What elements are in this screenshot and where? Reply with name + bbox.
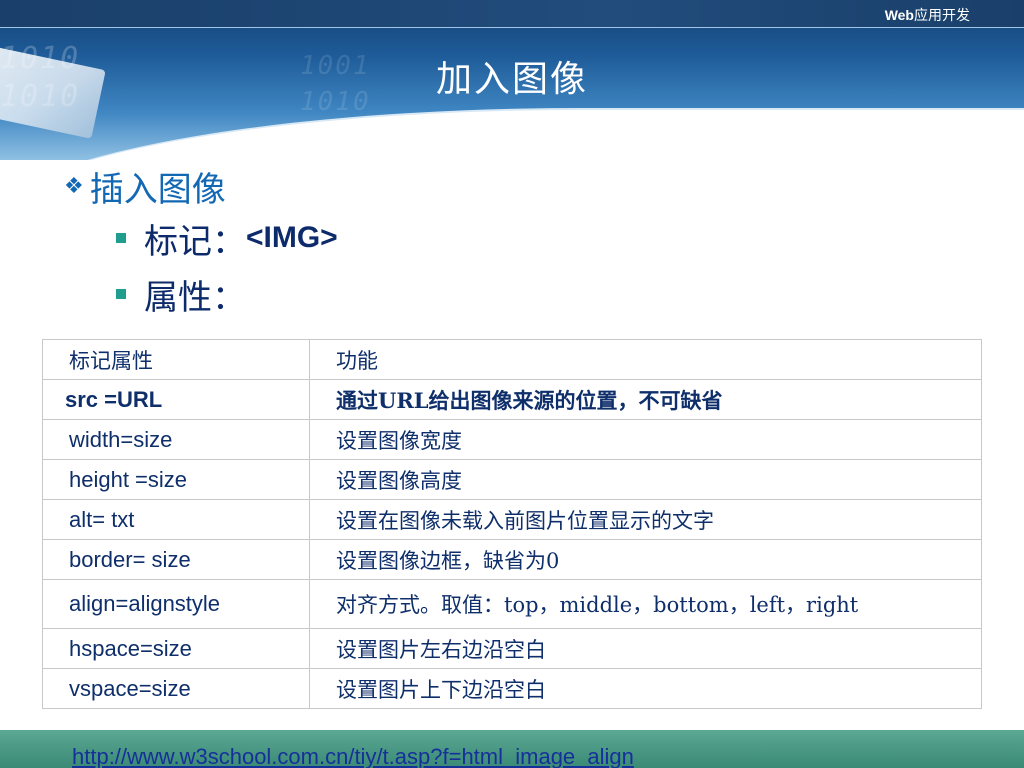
table-cell-function: 设置图像宽度 (309, 419, 982, 460)
bullet-item-tag: 标记： <IMG> (116, 210, 338, 266)
table-cell-attribute: border= size (42, 539, 310, 580)
table-row: width=size 设置图像宽度 (42, 419, 982, 460)
slide-header: 1010 1010 1001 1010 Web应用开发 加入图像 (0, 0, 1024, 160)
slide-title: 加入图像 (435, 59, 588, 100)
bullet-item-attributes: 属性： (116, 266, 338, 322)
bullet-item-tag-code: <IMG> (246, 221, 338, 254)
square-bullet-icon (116, 233, 126, 243)
table-row: src =URL 通过URL给出图像来源的位置，不可缺省 (42, 379, 982, 420)
table-row: border= size 设置图像边框，缺省为0 (42, 539, 982, 580)
header-top-bar: Web应用开发 (0, 0, 1024, 28)
bullet-heading: ❖ 插入图像 (64, 162, 338, 210)
course-brand: Web应用开发 (885, 5, 970, 25)
bullet-heading-text: 插入图像 (89, 169, 226, 210)
table-cell-function: 设置在图像未载入前图片位置显示的文字 (309, 499, 982, 540)
table-cell-function: 对齐方式。取值：top，middle，bottom，left，right (309, 579, 982, 629)
table-cell-attribute: alt= txt (42, 499, 310, 540)
table-row: alt= txt 设置在图像未载入前图片位置显示的文字 (42, 499, 982, 540)
table-cell-function: 通过URL给出图像来源的位置，不可缺省 (309, 379, 982, 420)
table-row: align=alignstyle 对齐方式。取值：top，middle，bott… (42, 579, 982, 629)
table-cell-function: 设置图像边框，缺省为0 (309, 539, 982, 580)
table-cell-attribute: width=size (42, 419, 310, 460)
course-brand-bold: Web (884, 7, 914, 23)
bullet-item-tag-label: 标记： (144, 221, 246, 262)
reference-link[interactable]: http://www.w3school.com.cn/tiy/t.asp?f=h… (72, 744, 634, 768)
bullet-item-attributes-label: 属性： (144, 277, 246, 318)
header-curve (0, 108, 1024, 160)
table-cell-attribute: height =size (42, 459, 310, 500)
table-cell-function: 设置图片左右边沿空白 (309, 628, 982, 669)
table-row: height =size 设置图像高度 (42, 459, 982, 500)
square-bullet-icon (116, 289, 126, 299)
table-row: vspace=size 设置图片上下边沿空白 (42, 668, 982, 709)
table-header-attribute: 标记属性 (42, 339, 310, 380)
table-cell-attribute: vspace=size (42, 668, 310, 709)
course-brand-rest: 应用开发 (914, 8, 970, 24)
table-cell-attribute: align=alignstyle (42, 579, 310, 629)
table-cell-function: 设置图像高度 (309, 459, 982, 500)
attribute-table: 标记属性 功能 src =URL 通过URL给出图像来源的位置，不可缺省 wid… (42, 339, 982, 709)
table-cell-attribute: hspace=size (42, 628, 310, 669)
table-cell-function: 设置图片上下边沿空白 (309, 668, 982, 709)
table-header-function: 功能 (309, 339, 982, 380)
table-row: hspace=size 设置图片左右边沿空白 (42, 628, 982, 669)
bullet-list: ❖ 插入图像 标记： <IMG> 属性： (64, 162, 338, 322)
diamond-bullet-icon: ❖ (64, 173, 84, 199)
table-header-row: 标记属性 功能 (42, 339, 982, 380)
table-cell-attribute: src =URL (42, 379, 310, 420)
footer-bar: http://www.w3school.com.cn/tiy/t.asp?f=h… (0, 730, 1024, 768)
